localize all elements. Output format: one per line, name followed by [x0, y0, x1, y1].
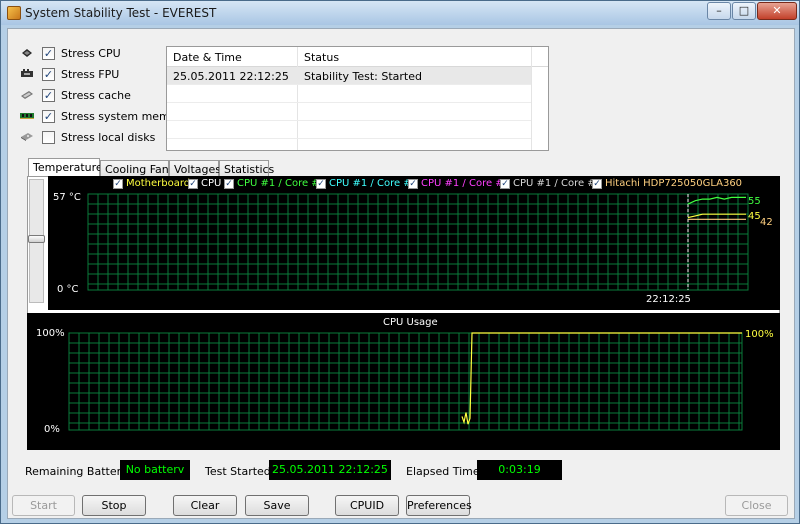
stress-disks-checkbox[interactable]: [42, 131, 55, 144]
log-row-empty: [167, 121, 531, 139]
legend-core3-checkbox[interactable]: ✓: [408, 179, 418, 189]
option-stress-cpu[interactable]: ✓ Stress CPU: [20, 46, 165, 64]
option-stress-disks[interactable]: Stress local disks: [20, 130, 165, 148]
elapsed-time-value: 0:03:19: [477, 460, 562, 480]
stress-cache-checkbox[interactable]: ✓: [42, 89, 55, 102]
legend-core4-label: CPU #1 / Core #4: [513, 178, 603, 189]
cpu-end-value: 100%: [745, 329, 774, 340]
cpu-usage-graph: CPU Usage 100% 0% 100%: [27, 313, 780, 450]
temperature-graph: ✓ Motherboard ✓ CPU ✓ CPU #1 / Core #1 ✓…: [48, 176, 780, 310]
window-title: System Stability Test - EVEREST: [25, 6, 217, 20]
legend-core1-label: CPU #1 / Core #1: [237, 178, 327, 189]
event-log-list[interactable]: Date & Time Status 25.05.2011 22:12:25 S…: [166, 46, 549, 151]
legend-core4-checkbox[interactable]: ✓: [500, 179, 510, 189]
temperature-series-line-1: [687, 196, 746, 205]
legend-core2-label: CPU #1 / Core #2: [329, 178, 419, 189]
legend-cpu-label: CPU: [201, 178, 222, 189]
temp-end-value-core1: 55: [748, 196, 761, 207]
cache-chip-icon: [21, 91, 33, 99]
stress-cpu-checkbox[interactable]: ✓: [42, 47, 55, 60]
tab-temperatures[interactable]: Temperatures: [28, 158, 108, 178]
temp-y-max-label: 57 °C: [53, 192, 81, 203]
log-row-empty: [167, 103, 531, 121]
legend-hdd-checkbox[interactable]: ✓: [592, 179, 602, 189]
battery-label: Remaining Battery:: [25, 465, 131, 478]
save-button[interactable]: Save: [245, 495, 309, 516]
stress-cache-label: Stress cache: [61, 89, 131, 102]
stress-fpu-checkbox[interactable]: ✓: [42, 68, 55, 81]
close-window-button[interactable]: ✕: [757, 2, 797, 20]
start-button[interactable]: Start: [12, 495, 75, 516]
log-row-datetime: 25.05.2011 22:12:25: [173, 70, 289, 83]
cpu-usage-title: CPU Usage: [383, 317, 438, 328]
legend-hdd-label: Hitachi HDP725050GLA360: [605, 178, 743, 189]
temp-y-min-label: 0 °C: [57, 284, 79, 295]
tab-cooling-fans[interactable]: Cooling Fans: [100, 160, 174, 177]
cpu-usage-series-line: [461, 332, 742, 425]
preferences-button[interactable]: Preferences: [406, 495, 472, 516]
legend-core2-checkbox[interactable]: ✓: [316, 179, 326, 189]
test-started-value: 25.05.2011 22:12:25: [269, 460, 391, 480]
battery-value: No batterv: [120, 460, 190, 480]
legend-core3-label: CPU #1 / Core #3: [421, 178, 511, 189]
option-stress-fpu[interactable]: ✓ Stress FPU: [20, 67, 165, 85]
stress-disks-label: Stress local disks: [61, 131, 156, 144]
stop-button[interactable]: Stop: [82, 495, 146, 516]
option-stress-memory[interactable]: ✓ Stress system memory: [20, 109, 188, 127]
legend-motherboard-checkbox[interactable]: ✓: [113, 179, 123, 189]
cpu-y-min-label: 0%: [44, 424, 60, 435]
title-bar[interactable]: System Stability Test - EVEREST – □ ✕: [1, 1, 799, 25]
temp-end-value-motherboard: 45: [748, 211, 761, 222]
graph-scale-slider-thumb[interactable]: [28, 235, 45, 243]
cpu-chip-icon: [22, 49, 32, 57]
legend-core1-checkbox[interactable]: ✓: [224, 179, 234, 189]
hard-disk-icon: [21, 133, 33, 141]
tab-statistics[interactable]: Statistics: [219, 160, 274, 177]
stress-fpu-label: Stress FPU: [61, 68, 120, 81]
cpu-y-max-label: 100%: [36, 328, 65, 339]
plot-frame: [68, 332, 743, 431]
stress-cpu-label: Stress CPU: [61, 47, 121, 60]
maximize-button[interactable]: □: [732, 2, 756, 20]
tab-voltages[interactable]: Voltages: [169, 160, 221, 177]
close-button[interactable]: Close: [725, 495, 788, 516]
temp-marker-time: 22:12:25: [646, 294, 691, 305]
app-icon: [7, 6, 21, 20]
cpu-usage-graph-plot: [68, 332, 743, 431]
clear-button[interactable]: Clear: [173, 495, 237, 516]
log-row[interactable]: 25.05.2011 22:12:25 Stability Test: Star…: [167, 67, 531, 85]
app-window: System Stability Test - EVEREST – □ ✕ ✓ …: [0, 0, 800, 524]
temp-end-value-hdd: 42: [760, 217, 773, 228]
fpu-chip-icon: [21, 69, 33, 77]
log-header: Date & Time Status: [167, 47, 548, 67]
client-area: ✓ Stress CPU ✓ Stress FPU ✓ Stress cache…: [7, 28, 795, 519]
legend-cpu-checkbox[interactable]: ✓: [188, 179, 198, 189]
log-row-empty: [167, 85, 531, 103]
legend-motherboard-label: Motherboard: [126, 178, 191, 189]
stress-memory-checkbox[interactable]: ✓: [42, 110, 55, 123]
cpuid-button[interactable]: CPUID: [335, 495, 399, 516]
elapsed-time-label: Elapsed Time:: [406, 465, 484, 478]
memory-module-icon: [20, 113, 34, 119]
temperature-series-line-0: [687, 213, 746, 219]
option-stress-cache[interactable]: ✓ Stress cache: [20, 88, 165, 106]
minimize-button[interactable]: –: [707, 2, 731, 20]
log-header-datetime[interactable]: Date & Time: [173, 51, 242, 64]
log-header-status[interactable]: Status: [304, 51, 339, 64]
test-started-label: Test Started:: [205, 465, 275, 478]
log-column-divider: [531, 47, 532, 150]
log-row-status: Stability Test: Started: [304, 70, 422, 83]
temperature-graph-plot: [87, 193, 749, 291]
